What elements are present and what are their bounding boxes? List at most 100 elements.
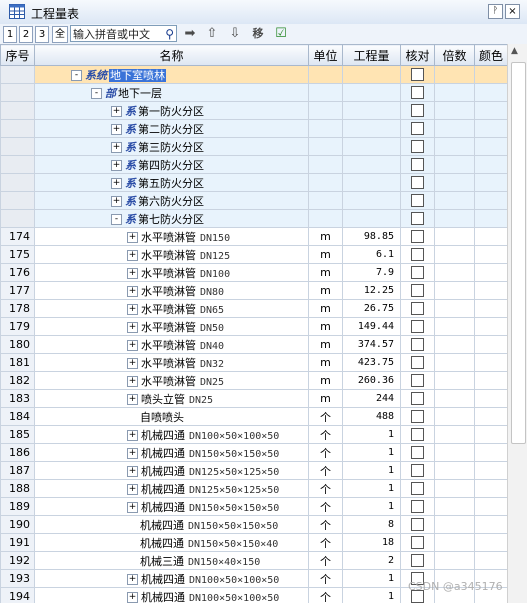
- check-checkbox[interactable]: [411, 140, 424, 154]
- row-color[interactable]: [474, 227, 507, 246]
- row-color[interactable]: [474, 371, 507, 390]
- check-checkbox[interactable]: [411, 518, 424, 532]
- check-checkbox[interactable]: [411, 410, 424, 424]
- row-color[interactable]: [474, 479, 507, 498]
- row-name-cell[interactable]: + 水平喷淋管 DN125: [34, 245, 309, 264]
- level-3-button[interactable]: 3: [35, 26, 49, 43]
- check-checkbox[interactable]: [411, 86, 424, 100]
- row-name-cell[interactable]: + 机械四通 DN125×50×125×50: [34, 461, 309, 480]
- row-quantity[interactable]: 1: [342, 443, 401, 462]
- row-multiplier[interactable]: [434, 335, 475, 354]
- row-color[interactable]: [474, 389, 507, 408]
- expand-icon[interactable]: +: [127, 376, 138, 387]
- row-name-cell[interactable]: + 机械四通 DN100×50×100×50: [34, 569, 309, 588]
- group-row[interactable]: + 系第四防火分区: [0, 155, 507, 174]
- row-name-cell[interactable]: + 系第二防火分区: [34, 119, 309, 138]
- row-multiplier[interactable]: [434, 533, 475, 552]
- row-quantity[interactable]: 423.75: [342, 353, 401, 372]
- expand-icon[interactable]: +: [127, 592, 138, 603]
- row-multiplier[interactable]: [434, 101, 475, 120]
- row-color[interactable]: [474, 533, 507, 552]
- row-multiplier[interactable]: [434, 479, 475, 498]
- row-color[interactable]: [474, 65, 507, 84]
- row-color[interactable]: [474, 263, 507, 282]
- table-row[interactable]: 185 + 机械四通 DN100×50×100×50 个 1: [0, 425, 507, 444]
- row-name-cell[interactable]: - 系第七防火分区: [34, 209, 309, 228]
- check-checkbox[interactable]: [411, 68, 424, 82]
- expand-icon[interactable]: +: [127, 574, 138, 585]
- expand-icon[interactable]: +: [127, 502, 138, 513]
- row-name-cell[interactable]: 机械四通 DN150×50×150×40: [34, 533, 309, 552]
- row-name-cell[interactable]: 机械三通 DN150×40×150: [34, 551, 309, 570]
- check-checkbox[interactable]: [411, 392, 424, 406]
- check-checkbox[interactable]: [411, 320, 424, 334]
- row-multiplier[interactable]: [434, 425, 475, 444]
- row-color[interactable]: [474, 335, 507, 354]
- row-name-cell[interactable]: + 水平喷淋管 DN32: [34, 353, 309, 372]
- check-checkbox[interactable]: [411, 176, 424, 190]
- table-row[interactable]: 182 + 水平喷淋管 DN25 m 260.36: [0, 371, 507, 390]
- expand-icon[interactable]: +: [111, 196, 122, 207]
- table-row[interactable]: 176 + 水平喷淋管 DN100 m 7.9: [0, 263, 507, 282]
- row-name-cell[interactable]: + 水平喷淋管 DN150: [34, 227, 309, 246]
- row-quantity[interactable]: [342, 137, 401, 156]
- expand-icon[interactable]: +: [127, 358, 138, 369]
- row-quantity[interactable]: [342, 155, 401, 174]
- expand-icon[interactable]: +: [111, 178, 122, 189]
- check-checkbox[interactable]: [411, 122, 424, 136]
- group-row[interactable]: + 系第六防火分区: [0, 191, 507, 210]
- move-up-icon[interactable]: ⇧: [204, 25, 220, 43]
- row-name-cell[interactable]: + 机械四通 DN100×50×100×50: [34, 587, 309, 603]
- row-name-cell[interactable]: 自喷喷头: [34, 407, 309, 426]
- row-quantity[interactable]: 260.36: [342, 371, 401, 390]
- table-row[interactable]: 181 + 水平喷淋管 DN32 m 423.75: [0, 353, 507, 372]
- row-name-cell[interactable]: + 系第四防火分区: [34, 155, 309, 174]
- scroll-up-icon[interactable]: ▲: [511, 46, 518, 56]
- header-color[interactable]: 颜色: [474, 44, 507, 66]
- row-quantity[interactable]: [342, 83, 401, 102]
- table-row[interactable]: 188 + 机械四通 DN125×50×125×50 个 1: [0, 479, 507, 498]
- row-name-cell[interactable]: + 水平喷淋管 DN40: [34, 335, 309, 354]
- check-checkbox[interactable]: [411, 266, 424, 280]
- row-quantity[interactable]: 98.85: [342, 227, 401, 246]
- table-row[interactable]: 190 机械四通 DN150×50×150×50 个 8: [0, 515, 507, 534]
- row-name-cell[interactable]: + 系第六防火分区: [34, 191, 309, 210]
- table-row[interactable]: 192 机械三通 DN150×40×150 个 2: [0, 551, 507, 570]
- header-check[interactable]: 核对: [400, 44, 435, 66]
- row-quantity[interactable]: 12.25: [342, 281, 401, 300]
- header-qty[interactable]: 工程量: [342, 44, 401, 66]
- row-name-cell[interactable]: + 水平喷淋管 DN50: [34, 317, 309, 336]
- vertical-scrollbar[interactable]: ▲: [507, 44, 527, 603]
- row-quantity[interactable]: [342, 173, 401, 192]
- table-row[interactable]: 174 + 水平喷淋管 DN150 m 98.85: [0, 227, 507, 246]
- row-quantity[interactable]: [342, 101, 401, 120]
- expand-icon[interactable]: +: [111, 106, 122, 117]
- row-name-cell[interactable]: + 水平喷淋管 DN100: [34, 263, 309, 282]
- row-quantity[interactable]: 18: [342, 533, 401, 552]
- row-multiplier[interactable]: [434, 407, 475, 426]
- row-quantity[interactable]: 488: [342, 407, 401, 426]
- row-quantity[interactable]: [342, 65, 401, 84]
- check-checkbox[interactable]: [411, 230, 424, 244]
- check-checkbox[interactable]: [411, 428, 424, 442]
- row-quantity[interactable]: [342, 209, 401, 228]
- level-all-button[interactable]: 全: [52, 26, 68, 43]
- check-checkbox[interactable]: [411, 248, 424, 262]
- row-color[interactable]: [474, 443, 507, 462]
- expand-icon[interactable]: +: [127, 430, 138, 441]
- row-multiplier[interactable]: [434, 317, 475, 336]
- table-row[interactable]: 180 + 水平喷淋管 DN40 m 374.57: [0, 335, 507, 354]
- row-multiplier[interactable]: [434, 551, 475, 570]
- check-checkbox[interactable]: [411, 356, 424, 370]
- move-label[interactable]: 移: [250, 25, 266, 43]
- check-checkbox[interactable]: [411, 464, 424, 478]
- expand-icon[interactable]: +: [127, 286, 138, 297]
- row-quantity[interactable]: [342, 119, 401, 138]
- row-color[interactable]: [474, 119, 507, 138]
- row-color[interactable]: [474, 101, 507, 120]
- row-multiplier[interactable]: [434, 389, 475, 408]
- expand-icon[interactable]: +: [127, 232, 138, 243]
- header-unit[interactable]: 单位: [308, 44, 343, 66]
- check-checkbox[interactable]: [411, 302, 424, 316]
- collapse-icon[interactable]: -: [91, 88, 102, 99]
